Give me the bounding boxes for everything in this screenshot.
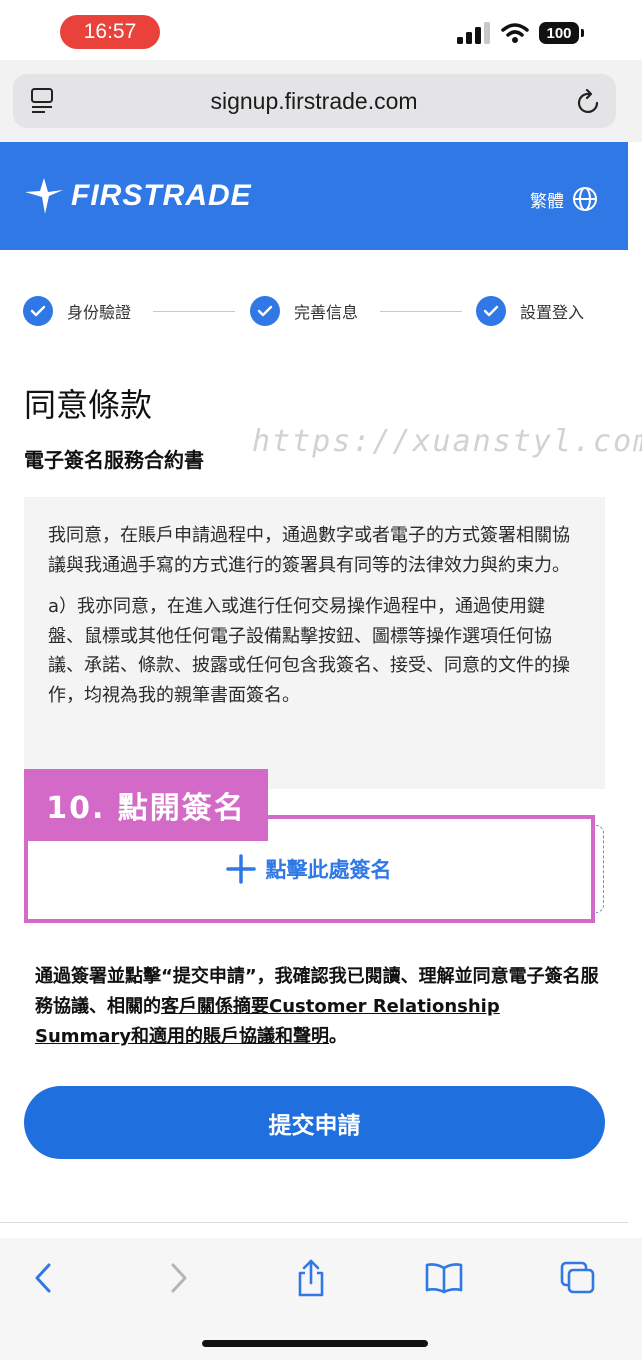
signature-dashed-border bbox=[596, 825, 604, 913]
globe-icon bbox=[573, 187, 597, 211]
bookmarks-button[interactable] bbox=[422, 1258, 466, 1298]
cellular-signal-icon bbox=[457, 22, 490, 44]
step-login: 設置登入 bbox=[476, 296, 584, 326]
chevron-left-icon bbox=[35, 1263, 51, 1293]
sign-here-label: 點擊此處簽名 bbox=[265, 858, 392, 882]
tabs-button[interactable] bbox=[556, 1258, 600, 1298]
annotation-label: 10. 點開簽名 bbox=[24, 769, 268, 841]
home-indicator bbox=[202, 1340, 428, 1347]
book-icon bbox=[425, 1263, 463, 1294]
step-identity: 身份驗證 bbox=[23, 296, 131, 326]
submit-application-button[interactable]: 提交申請 bbox=[24, 1086, 605, 1159]
check-icon bbox=[23, 296, 53, 326]
toolbar-divider bbox=[0, 1222, 628, 1223]
step-label: 完善信息 bbox=[294, 303, 359, 322]
share-button[interactable] bbox=[289, 1258, 333, 1298]
plus-icon bbox=[225, 854, 256, 884]
battery-indicator: 100 bbox=[539, 22, 579, 44]
step-connector bbox=[153, 311, 235, 312]
battery-tip bbox=[581, 29, 584, 37]
step-info: 完善信息 bbox=[250, 296, 358, 326]
agreement-end: 。 bbox=[329, 1026, 348, 1047]
firstrade-logo[interactable]: FIRSTRADE bbox=[25, 178, 252, 214]
back-button[interactable] bbox=[21, 1258, 65, 1298]
account-agreement-link[interactable]: 和適用的賬戶協議和聲明 bbox=[131, 1026, 329, 1047]
language-switcher[interactable]: 繁體 bbox=[530, 186, 598, 212]
agreement-text: 通過簽署並點擊“提交申請”，我確認我已閱讀、理解並同意電子簽名服務協議、相關的客… bbox=[35, 962, 600, 1052]
logo-text: FIRSTRADE bbox=[71, 179, 252, 212]
status-time: 16:57 bbox=[60, 15, 160, 49]
url-text[interactable]: signup.firstrade.com bbox=[0, 74, 628, 128]
terms-scroll-box[interactable]: 我同意，在賬戶申請過程中，通過數字或者電子的方式簽署相關協議與我通過手寫的方式進… bbox=[24, 497, 605, 789]
check-icon bbox=[476, 296, 506, 326]
check-icon bbox=[250, 296, 280, 326]
step-label: 身份驗證 bbox=[67, 303, 132, 322]
logo-mark-icon bbox=[25, 178, 63, 214]
chevron-right-icon bbox=[171, 1263, 187, 1293]
step-label: 設置登入 bbox=[520, 303, 585, 322]
share-icon bbox=[298, 1259, 324, 1297]
page-title: 同意條款 bbox=[24, 386, 153, 424]
tabs-icon bbox=[560, 1261, 595, 1294]
watermark: https://xuanstyl.com/ bbox=[252, 424, 642, 459]
wifi-icon bbox=[501, 23, 529, 43]
forward-button[interactable] bbox=[157, 1258, 201, 1298]
status-icons: 100 bbox=[457, 22, 584, 44]
terms-paragraph: 我同意，在賬戶申請過程中，通過數字或者電子的方式簽署相關協議與我通過手寫的方式進… bbox=[48, 525, 570, 576]
terms-paragraph: a）我亦同意，在進入或進行任何交易操作過程中，通過使用鍵盤、鼠標或其他任何電子設… bbox=[48, 596, 570, 706]
language-label: 繁體 bbox=[530, 191, 564, 212]
page-subtitle: 電子簽名服務合約書 bbox=[24, 448, 204, 472]
step-connector bbox=[380, 311, 462, 312]
reload-icon[interactable] bbox=[577, 89, 601, 115]
